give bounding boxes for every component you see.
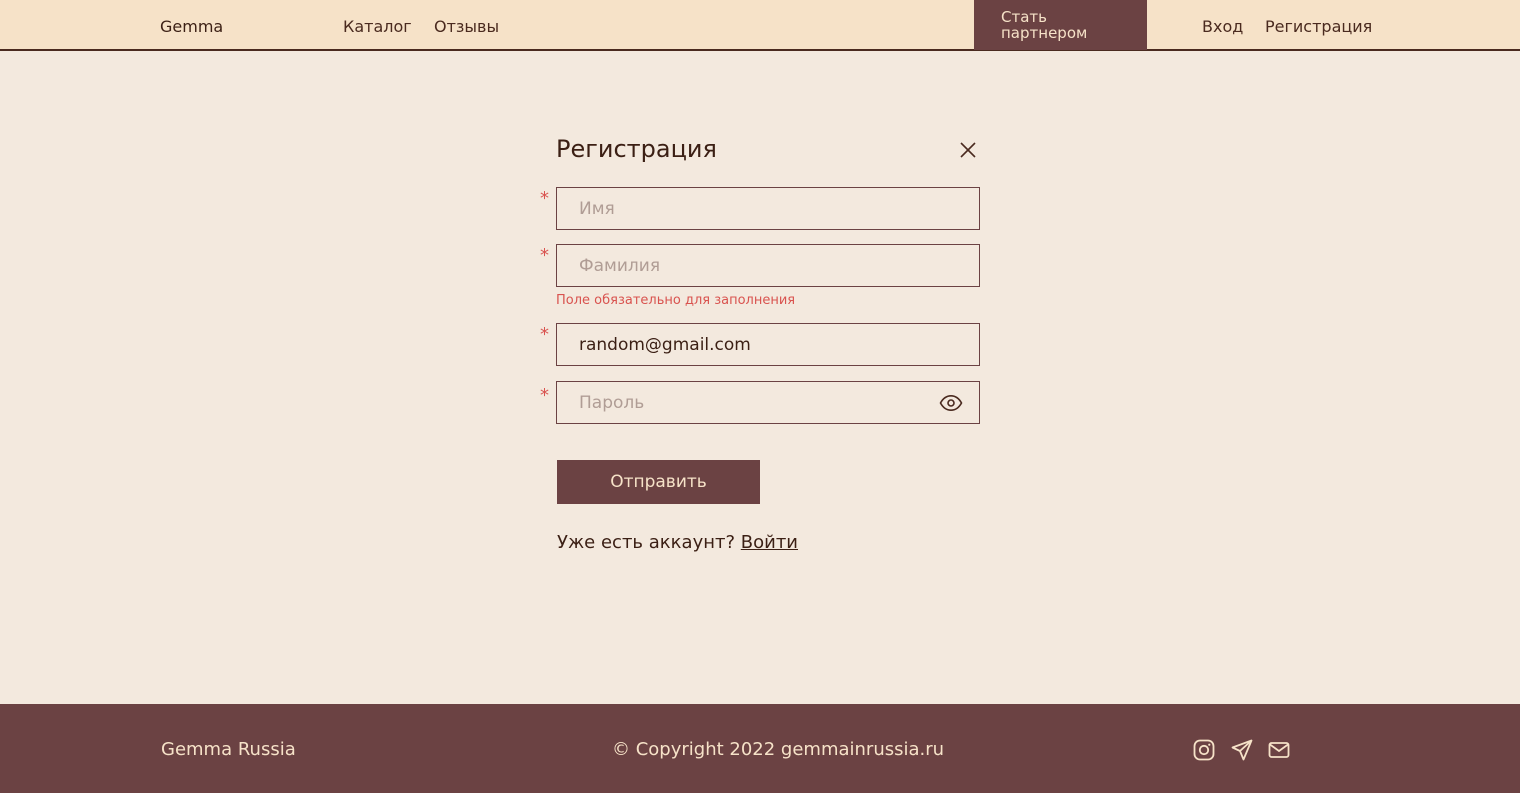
email-field[interactable]	[556, 323, 980, 366]
footer-brand: Gemma Russia	[161, 739, 296, 760]
required-marker: *	[540, 188, 549, 209]
instagram-icon[interactable]	[1192, 738, 1216, 762]
last-name-error: Поле обязательно для заполнения	[556, 293, 796, 308]
close-icon[interactable]	[958, 140, 978, 160]
last-name-field[interactable]	[556, 244, 980, 287]
nav-link-reviews[interactable]: Отзывы	[434, 17, 499, 36]
footer-copyright: © Copyright 2022 gemmainrussia.ru	[612, 739, 945, 760]
nav-link-catalog[interactable]: Каталог	[343, 17, 412, 36]
password-field[interactable]	[556, 381, 980, 424]
show-password-icon[interactable]	[939, 391, 963, 415]
site-footer: Gemma Russia © Copyright 2022 gemmainrus…	[0, 704, 1520, 793]
have-account-text: Уже есть аккаунт? Войти	[557, 532, 798, 553]
site-header: Gemma Каталог Отзывы Стать партнером Вхо…	[0, 0, 1520, 51]
nav-link-login[interactable]: Вход	[1202, 17, 1243, 36]
have-account-label: Уже есть аккаунт?	[557, 532, 741, 553]
submit-button[interactable]: Отправить	[557, 460, 760, 504]
telegram-icon[interactable]	[1230, 738, 1254, 762]
become-partner-button[interactable]: Стать партнером	[974, 0, 1147, 50]
mail-icon[interactable]	[1267, 738, 1291, 762]
nav-link-register[interactable]: Регистрация	[1265, 17, 1372, 36]
first-name-field[interactable]	[556, 187, 980, 230]
site-logo[interactable]: Gemma	[160, 17, 223, 36]
form-title: Регистрация	[556, 135, 717, 163]
required-marker: *	[540, 385, 549, 406]
login-link[interactable]: Войти	[741, 532, 798, 553]
required-marker: *	[540, 245, 549, 266]
required-marker: *	[540, 324, 549, 345]
